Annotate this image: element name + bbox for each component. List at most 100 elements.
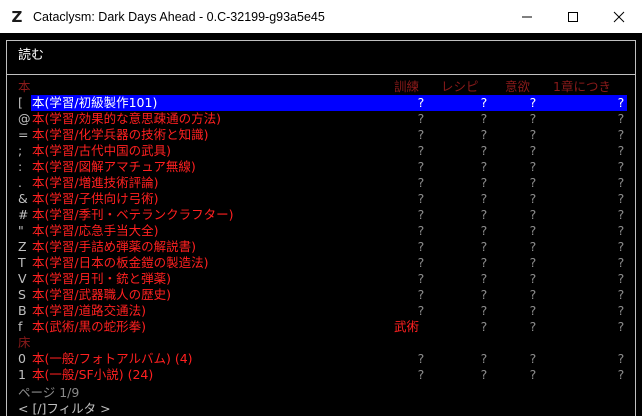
motivation-value: ? xyxy=(529,175,537,190)
hotkey-symbol: T xyxy=(18,255,26,270)
book-name: 本(学習/季刊・ベテランクラフター) xyxy=(32,207,234,222)
per-chapter-value: ? xyxy=(617,159,625,174)
minimize-button[interactable] xyxy=(504,0,550,33)
training-value: ? xyxy=(417,207,425,222)
title-bar[interactable]: Z Cataclysm: Dark Days Ahead - 0.C-32199… xyxy=(0,0,642,33)
book-list-item[interactable]: [本(学習/初級製作101)???? xyxy=(0,95,642,111)
training-value: ? xyxy=(417,223,425,238)
motivation-value: ? xyxy=(529,223,537,238)
motivation-value: ? xyxy=(529,207,537,222)
recipe-value: ? xyxy=(480,95,488,110)
book-name: 本(学習/増進技術評論) xyxy=(32,175,159,190)
recipe-value: ? xyxy=(480,207,488,222)
motivation-value: ? xyxy=(529,287,537,302)
book-list-item[interactable]: " 本(学習/応急手当大全)???? xyxy=(0,223,642,239)
app-icon: Z xyxy=(11,7,23,26)
training-value: ? xyxy=(417,191,425,206)
per-chapter-value: ? xyxy=(617,287,625,302)
motivation-value: ? xyxy=(529,367,537,382)
book-list-item[interactable]: T 本(学習/日本の板金鎧の製造法)???? xyxy=(0,255,642,271)
maximize-icon xyxy=(568,11,578,22)
book-list-item[interactable]: # 本(学習/季刊・ベテランクラフター)???? xyxy=(0,207,642,223)
book-list-item[interactable]: B 本(学習/道路交通法)???? xyxy=(0,303,642,319)
book-name: 本(一般/フォトアルバム) (4) xyxy=(32,351,193,366)
window-title: Cataclysm: Dark Days Ahead - 0.C-32199-g… xyxy=(33,9,325,24)
book-name: 本(武術/黒の蛇形拳) xyxy=(32,319,146,334)
motivation-value: ? xyxy=(529,319,537,334)
hotkey-symbol: S xyxy=(18,287,26,302)
recipe-value: ? xyxy=(480,255,488,270)
book-list-item[interactable]: = 本(学習/化学兵器の技術と知識)???? xyxy=(0,127,642,143)
per-chapter-value: ? xyxy=(617,207,625,222)
book-name: 本(学習/日本の板金鎧の製造法) xyxy=(32,255,209,270)
per-chapter-value: ? xyxy=(617,367,625,382)
book-list-item[interactable]: f 本(武術/黒の蛇形拳) 武術??? xyxy=(0,319,642,335)
recipe-value: ? xyxy=(480,271,488,286)
per-chapter-value: ? xyxy=(617,303,625,318)
per-chapter-value: ? xyxy=(617,319,625,334)
hotkey-symbol: V xyxy=(18,271,27,286)
book-name: 本(学習/武器職人の歴史) xyxy=(32,287,171,302)
book-list-item[interactable]: : 本(学習/図解アマチュア無線)???? xyxy=(0,159,642,175)
game-window: Z Cataclysm: Dark Days Ahead - 0.C-32199… xyxy=(0,0,642,416)
book-list-item[interactable]: 1 本(一般/SF小説) (24)???? xyxy=(0,367,642,383)
book-list-item[interactable]: . 本(学習/増進技術評論)???? xyxy=(0,175,642,191)
minimize-icon xyxy=(522,16,532,17)
book-list-item[interactable]: V 本(学習/月刊・銃と弾薬)???? xyxy=(0,271,642,287)
hotkey-symbol: 0 xyxy=(18,351,26,366)
close-button[interactable] xyxy=(596,0,642,33)
recipe-value: ? xyxy=(480,127,488,142)
book-list-item[interactable]: ; 本(学習/古代中国の武具)???? xyxy=(0,143,642,159)
recipe-value: ? xyxy=(480,223,488,238)
per-chapter-value: ? xyxy=(617,351,625,366)
motivation-value: ? xyxy=(529,111,537,126)
book-name: 本(学習/応急手当大全) xyxy=(32,223,159,238)
category-header-row: 床 xyxy=(0,335,642,351)
training-value: ? xyxy=(417,127,425,142)
training-value: ? xyxy=(417,143,425,158)
maximize-button[interactable] xyxy=(550,0,596,33)
per-chapter-value: ? xyxy=(617,111,625,126)
hotkey-symbol: f xyxy=(18,319,23,334)
recipe-value: ? xyxy=(480,287,488,302)
filter-control[interactable]: < [/]フィルタ > xyxy=(18,398,111,417)
hotkey-symbol: : xyxy=(18,159,23,174)
motivation-value: ? xyxy=(529,95,537,110)
hotkey-symbol: . xyxy=(18,175,22,190)
hotkey-symbol: B xyxy=(18,303,27,318)
hotkey-symbol: @ xyxy=(18,111,31,126)
per-chapter-value: ? xyxy=(617,223,625,238)
motivation-value: ? xyxy=(529,351,537,366)
recipe-value: ? xyxy=(480,159,488,174)
book-name: 本(学習/初級製作101) xyxy=(32,95,158,110)
column-header-per-chapter: 1章につき xyxy=(553,79,611,94)
close-icon xyxy=(613,11,625,22)
per-chapter-value: ? xyxy=(617,191,625,206)
book-name: 本(学習/古代中国の武具) xyxy=(32,143,171,158)
column-header-motivation: 意欲 xyxy=(505,79,531,94)
category-label: 床 xyxy=(18,335,31,350)
book-list-item[interactable]: @ 本(学習/効果的な意思疎通の方法)???? xyxy=(0,111,642,127)
recipe-value: ? xyxy=(480,303,488,318)
hotkey-symbol: = xyxy=(18,127,29,142)
hotkey-symbol: 1 xyxy=(18,367,26,382)
motivation-value: ? xyxy=(529,127,537,142)
per-chapter-value: ? xyxy=(617,255,625,270)
category-label: 本 xyxy=(18,79,31,94)
training-value: ? xyxy=(417,287,425,302)
recipe-value: ? xyxy=(480,351,488,366)
recipe-value: ? xyxy=(480,239,488,254)
training-value: ? xyxy=(417,367,425,382)
book-list-item[interactable]: & 本(学習/子供向け弓術)???? xyxy=(0,191,642,207)
recipe-value: ? xyxy=(480,191,488,206)
motivation-value: ? xyxy=(529,303,537,318)
motivation-value: ? xyxy=(529,239,537,254)
recipe-value: ? xyxy=(480,143,488,158)
motivation-value: ? xyxy=(529,255,537,270)
hotkey-symbol: " xyxy=(18,223,24,238)
book-name: 本(学習/子供向け弓術) xyxy=(32,191,159,206)
book-list-item[interactable]: 0 本(一般/フォトアルバム) (4)???? xyxy=(0,351,642,367)
training-value: ? xyxy=(417,175,425,190)
book-list-item[interactable]: Z 本(学習/手詰め弾薬の解説書)???? xyxy=(0,239,642,255)
book-list-item[interactable]: S 本(学習/武器職人の歴史)???? xyxy=(0,287,642,303)
